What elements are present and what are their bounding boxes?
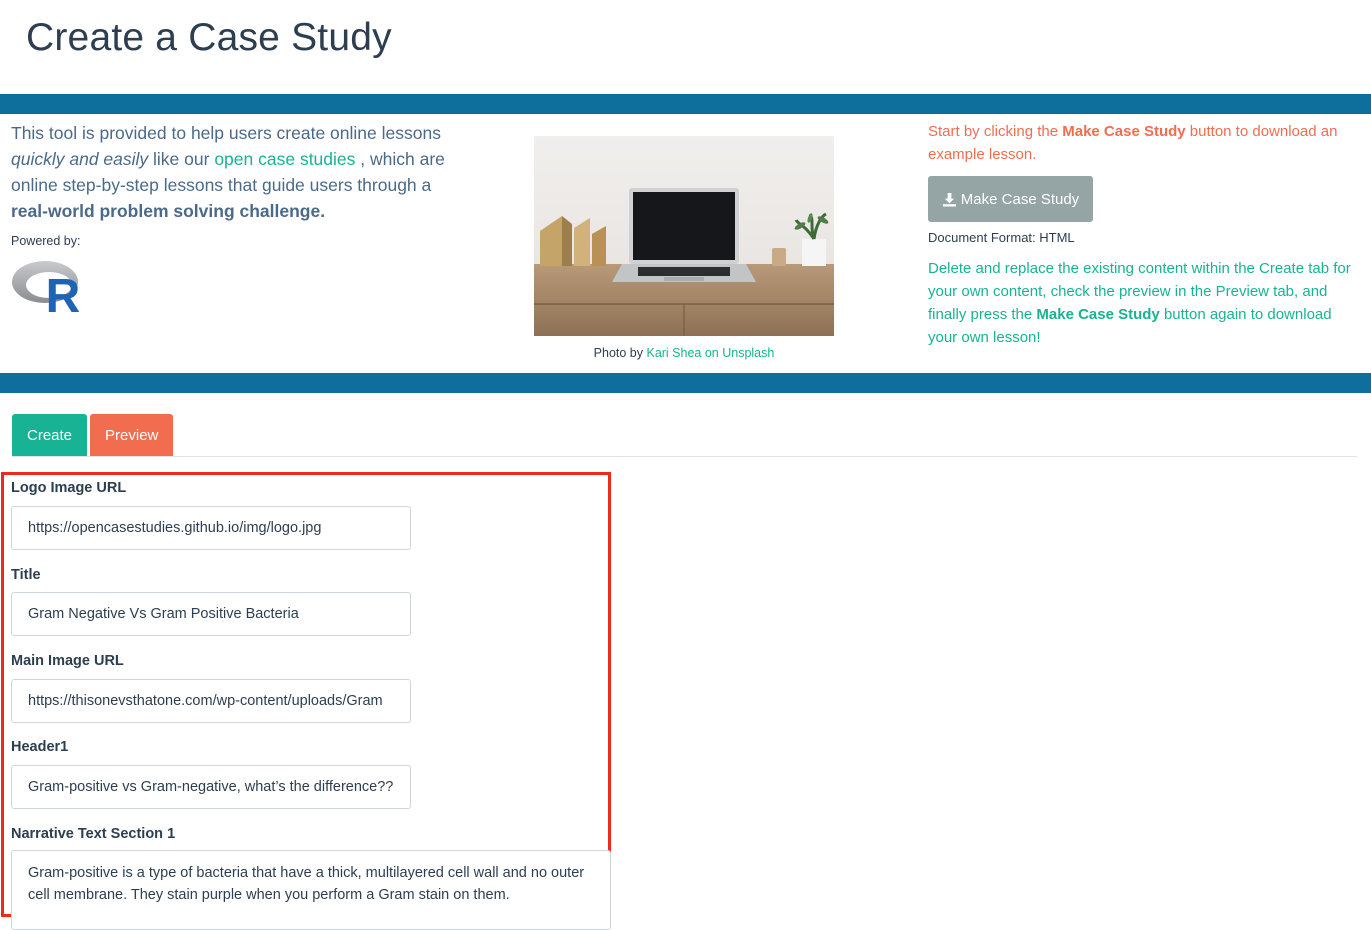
powered-by-label: Powered by: xyxy=(11,234,81,248)
r-logo-letter: R xyxy=(46,270,81,314)
intro-text-2: like our xyxy=(153,149,210,169)
logo-url-input[interactable] xyxy=(11,506,411,550)
tab-divider xyxy=(12,456,1357,457)
header1-input[interactable] xyxy=(11,765,411,809)
download-icon xyxy=(942,192,956,207)
start-text-1: Start by clicking the xyxy=(928,123,1059,140)
title-input[interactable] xyxy=(11,592,411,636)
main-image-url-label: Main Image URL xyxy=(11,653,124,669)
bottom-banner-band xyxy=(0,373,1371,393)
photo-credit-prefix: Photo by xyxy=(593,346,643,360)
intro-emphasis: quickly and easily xyxy=(11,149,149,169)
open-case-studies-link[interactable]: open case studies xyxy=(214,149,355,169)
workspace-photo xyxy=(534,136,834,336)
intro-text-1: This tool is provided to help users crea… xyxy=(11,123,441,143)
start-text-bold: Make Case Study xyxy=(1062,123,1186,140)
photo-credit: Photo by Kari Shea on Unsplash xyxy=(534,346,834,360)
tab-preview[interactable]: Preview xyxy=(90,414,174,456)
right-column: Start by clicking the Make Case Study bu… xyxy=(928,120,1358,346)
r-logo: R xyxy=(12,261,81,314)
top-banner-band xyxy=(0,94,1371,114)
intro-bold: real-world problem solving challenge. xyxy=(11,201,326,221)
intro-text: This tool is provided to help users crea… xyxy=(11,120,451,224)
logo-url-label: Logo Image URL xyxy=(11,480,127,496)
create-instructions: Delete and replace the existing content … xyxy=(928,257,1358,349)
make-case-study-button[interactable]: Make Case Study xyxy=(928,176,1093,222)
make-case-study-label: Make Case Study xyxy=(960,190,1080,208)
instr-text-bold: Make Case Study xyxy=(1036,306,1160,323)
photo-credit-link[interactable]: Kari Shea on Unsplash xyxy=(646,346,774,360)
page-title: Create a Case Study xyxy=(26,16,392,59)
narrative-section-1-textarea[interactable]: Gram-positive is a type of bacteria that… xyxy=(11,850,611,930)
tab-bar: Create Preview xyxy=(12,414,174,456)
document-format: Document Format: HTML xyxy=(928,230,1075,245)
narrative-section-1-label: Narrative Text Section 1 xyxy=(11,826,176,842)
start-instructions: Start by clicking the Make Case Study bu… xyxy=(928,120,1358,166)
title-label: Title xyxy=(11,567,41,583)
tab-create[interactable]: Create xyxy=(12,414,88,456)
main-image-url-input[interactable] xyxy=(11,679,411,723)
header1-label: Header1 xyxy=(11,739,69,755)
